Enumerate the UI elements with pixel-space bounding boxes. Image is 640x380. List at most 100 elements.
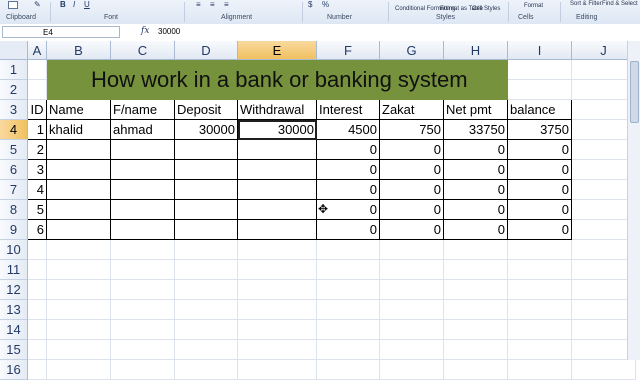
- align-left-icon[interactable]: ≡: [196, 0, 201, 9]
- cell-e15[interactable]: [238, 340, 317, 360]
- cell-a15[interactable]: [28, 340, 47, 360]
- column-header-c[interactable]: C: [111, 41, 175, 60]
- cell-a16[interactable]: [28, 360, 47, 380]
- cell-g13[interactable]: [380, 300, 444, 320]
- column-header-e[interactable]: E: [238, 41, 317, 60]
- cell-h15[interactable]: [444, 340, 508, 360]
- row-header-1[interactable]: 1: [0, 60, 28, 80]
- cell-c12[interactable]: [111, 280, 175, 300]
- cell-f9[interactable]: 0: [317, 220, 380, 240]
- cell-a8[interactable]: 5: [28, 200, 47, 220]
- cell-c11[interactable]: [111, 260, 175, 280]
- vertical-scrollbar[interactable]: [627, 41, 640, 360]
- cell-c3[interactable]: F/name: [111, 100, 175, 120]
- cell-i10[interactable]: [508, 240, 572, 260]
- cell-a12[interactable]: [28, 280, 47, 300]
- cell-d13[interactable]: [175, 300, 238, 320]
- cell-b15[interactable]: [47, 340, 111, 360]
- cell-d11[interactable]: [175, 260, 238, 280]
- cell-c7[interactable]: [111, 180, 175, 200]
- column-header-h[interactable]: H: [444, 41, 508, 60]
- cell-e3[interactable]: Withdrawal: [238, 100, 317, 120]
- row-header-16[interactable]: 16: [0, 360, 28, 380]
- cell-e14[interactable]: [238, 320, 317, 340]
- cell-g12[interactable]: [380, 280, 444, 300]
- row-header-7[interactable]: 7: [0, 180, 28, 200]
- select-all-corner[interactable]: [0, 41, 28, 60]
- cell-f12[interactable]: [317, 280, 380, 300]
- cell-d9[interactable]: [175, 220, 238, 240]
- cell-h12[interactable]: [444, 280, 508, 300]
- cell-b6[interactable]: [47, 160, 111, 180]
- cell-h11[interactable]: [444, 260, 508, 280]
- cell-a11[interactable]: [28, 260, 47, 280]
- cell-d3[interactable]: Deposit: [175, 100, 238, 120]
- cell-i5[interactable]: 0: [508, 140, 572, 160]
- cell-c15[interactable]: [111, 340, 175, 360]
- row-header-15[interactable]: 15: [0, 340, 28, 360]
- row-header-12[interactable]: 12: [0, 280, 28, 300]
- cell-i8[interactable]: 0: [508, 200, 572, 220]
- cell-a6[interactable]: 3: [28, 160, 47, 180]
- cell-c9[interactable]: [111, 220, 175, 240]
- cell-f13[interactable]: [317, 300, 380, 320]
- cell-d12[interactable]: [175, 280, 238, 300]
- cell-b4[interactable]: khalid: [47, 120, 111, 140]
- cell-b11[interactable]: [47, 260, 111, 280]
- cell-i3[interactable]: balance: [508, 100, 572, 120]
- cell-b14[interactable]: [47, 320, 111, 340]
- format-painter-icon[interactable]: ✎: [34, 0, 41, 9]
- formula-input[interactable]: 30000: [154, 26, 624, 38]
- cell-h9[interactable]: 0: [444, 220, 508, 240]
- cell-i2[interactable]: [508, 80, 572, 100]
- cell-g3[interactable]: Zakat: [380, 100, 444, 120]
- cell-f15[interactable]: [317, 340, 380, 360]
- cell-f10[interactable]: [317, 240, 380, 260]
- cell-i13[interactable]: [508, 300, 572, 320]
- cell-d14[interactable]: [175, 320, 238, 340]
- cell-c14[interactable]: [111, 320, 175, 340]
- cell-a14[interactable]: [28, 320, 47, 340]
- cell-g9[interactable]: 0: [380, 220, 444, 240]
- sort-filter-button[interactable]: Sort & Filter: [570, 1, 602, 7]
- cell-i4[interactable]: 3750: [508, 120, 572, 140]
- cell-a4[interactable]: 1: [28, 120, 47, 140]
- name-box[interactable]: E4: [2, 26, 120, 38]
- cell-i12[interactable]: [508, 280, 572, 300]
- cell-g4[interactable]: 750: [380, 120, 444, 140]
- cell-i14[interactable]: [508, 320, 572, 340]
- cell-h13[interactable]: [444, 300, 508, 320]
- cell-d7[interactable]: [175, 180, 238, 200]
- align-right-icon[interactable]: ≡: [224, 0, 229, 9]
- row-header-2[interactable]: 2: [0, 80, 28, 100]
- cell-f11[interactable]: [317, 260, 380, 280]
- cell-a5[interactable]: 2: [28, 140, 47, 160]
- cell-h3[interactable]: Net pmt: [444, 100, 508, 120]
- underline-icon[interactable]: U: [84, 0, 90, 9]
- cell-h7[interactable]: 0: [444, 180, 508, 200]
- cell-b12[interactable]: [47, 280, 111, 300]
- cell-e7[interactable]: [238, 180, 317, 200]
- column-header-f[interactable]: F: [317, 41, 380, 60]
- cell-b3[interactable]: Name: [47, 100, 111, 120]
- cell-h6[interactable]: 0: [444, 160, 508, 180]
- cell-a3[interactable]: ID: [28, 100, 47, 120]
- cell-a9[interactable]: 6: [28, 220, 47, 240]
- cell-b7[interactable]: [47, 180, 111, 200]
- row-header-8[interactable]: 8: [0, 200, 28, 220]
- cell-h5[interactable]: 0: [444, 140, 508, 160]
- row-header-13[interactable]: 13: [0, 300, 28, 320]
- find-select-button[interactable]: Find & Select: [602, 1, 638, 7]
- cell-h4[interactable]: 33750: [444, 120, 508, 140]
- column-header-d[interactable]: D: [175, 41, 238, 60]
- cell-c10[interactable]: [111, 240, 175, 260]
- cell-e11[interactable]: [238, 260, 317, 280]
- cell-h16[interactable]: [444, 360, 508, 380]
- scrollbar-thumb[interactable]: [630, 61, 639, 123]
- cell-f6[interactable]: 0: [317, 160, 380, 180]
- cell-e10[interactable]: [238, 240, 317, 260]
- cell-c4[interactable]: ahmad: [111, 120, 175, 140]
- row-header-11[interactable]: 11: [0, 260, 28, 280]
- percent-icon[interactable]: %: [322, 0, 329, 9]
- insert-function-icon[interactable]: fx: [141, 26, 149, 36]
